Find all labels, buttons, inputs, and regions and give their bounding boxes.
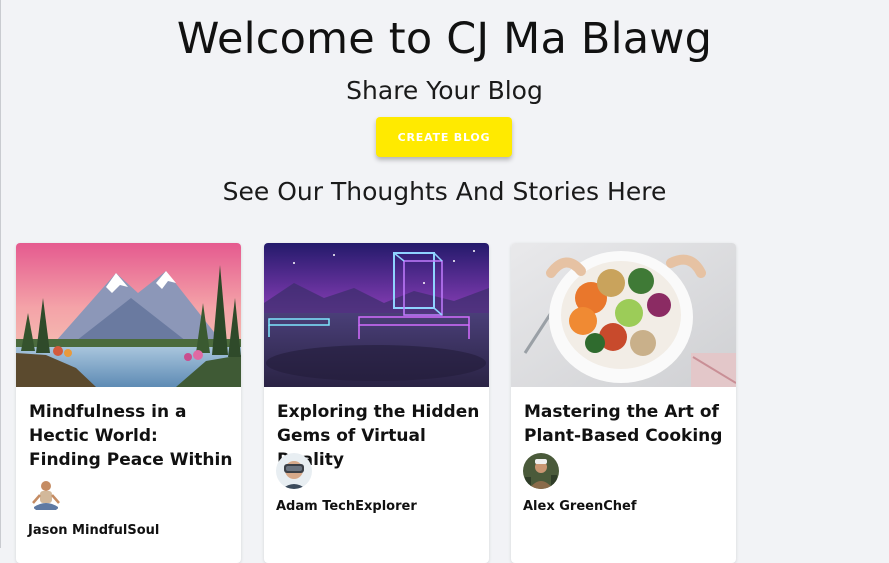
share-blog-subtitle: Share Your Blog [346, 76, 543, 105]
post-author: Alex GreenChef [523, 499, 637, 514]
mountain-lake-image[interactable] [16, 243, 241, 387]
meditating-person-avatar [28, 477, 64, 513]
vr-headset-avatar [276, 453, 312, 489]
blog-card-mindfulness[interactable]: Mindfulness in a Hectic World: Finding P… [16, 243, 241, 563]
chef-avatar [523, 453, 559, 489]
blog-card-plant-based-cooking[interactable]: Mastering the Art of Plant-Based Cooking… [511, 243, 736, 563]
post-title[interactable]: Mastering the Art of Plant-Based Cooking [524, 400, 729, 448]
page-title: Welcome to CJ Ma Blawg [176, 14, 713, 64]
salad-bowl-image[interactable] [511, 243, 736, 387]
post-title[interactable]: Mindfulness in a Hectic World: Finding P… [29, 400, 234, 472]
blog-card-virtual-reality[interactable]: Exploring the Hidden Gems of Virtual Rea… [264, 243, 489, 563]
create-blog-button[interactable]: CREATE BLOG [376, 117, 512, 157]
post-author: Adam TechExplorer [276, 499, 417, 514]
neon-vr-landscape-image[interactable] [264, 243, 489, 387]
post-author: Jason MindfulSoul [28, 523, 160, 538]
stories-section-heading: See Our Thoughts And Stories Here [222, 177, 667, 206]
